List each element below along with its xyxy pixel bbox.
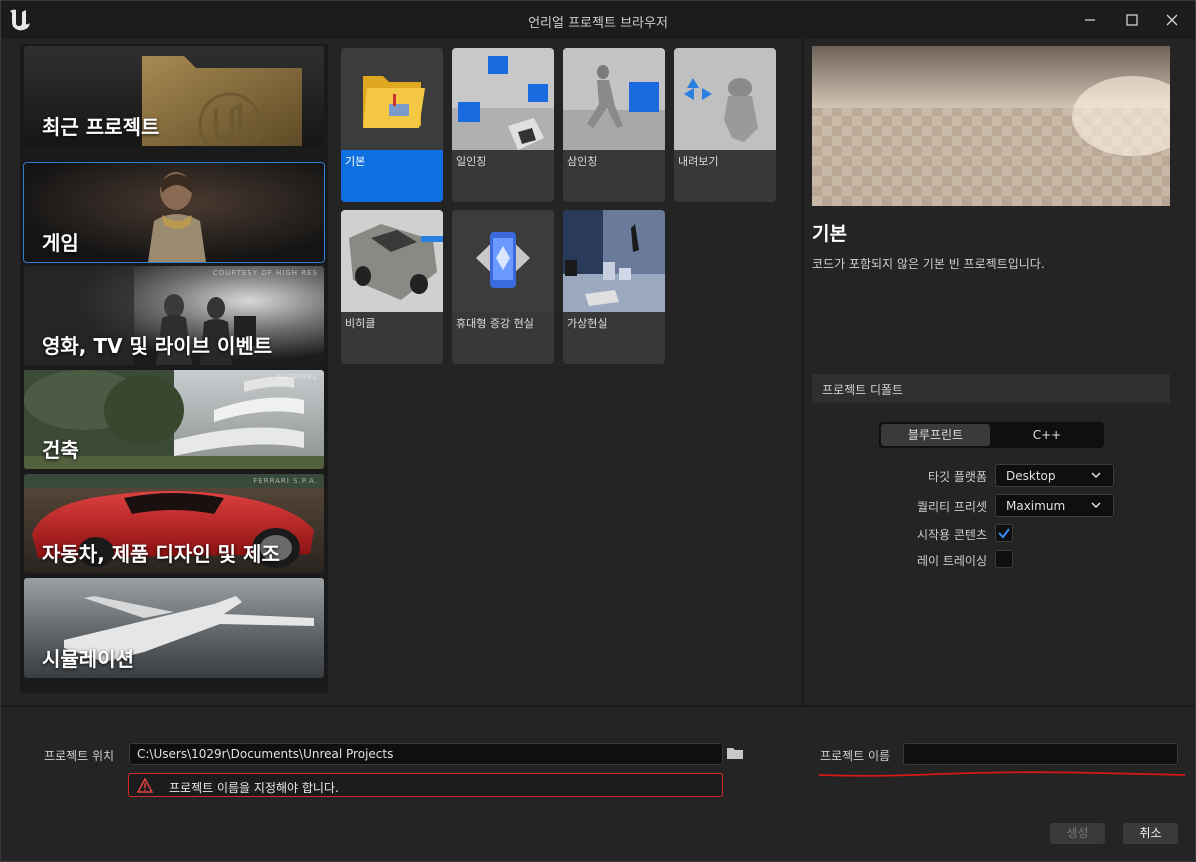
top-down-thumbnail (674, 48, 776, 150)
horizontal-divider (1, 705, 1195, 707)
quality-preset-dropdown[interactable]: Maximum (995, 494, 1114, 517)
cpp-button[interactable]: C++ (992, 424, 1102, 446)
template-top-down[interactable]: 내려보기 (674, 48, 776, 202)
template-label: 삼인칭 (567, 155, 598, 168)
category-automotive[interactable]: FERRARI S.P.A. 자동차, 제품 디자인 및 제조 (24, 474, 324, 573)
error-message: 프로젝트 이름을 지정해야 합니다. (128, 773, 723, 797)
template-label: 휴대형 증강 현실 (456, 317, 534, 330)
error-text: 프로젝트 이름을 지정해야 합니다. (169, 781, 339, 795)
quality-preset-value: Maximum (1006, 499, 1066, 513)
target-platform-value: Desktop (1006, 469, 1056, 483)
project-browser-window: 언리얼 프로젝트 브라우저 최근 프로젝트 게임 COURTESY OF HIG… (0, 0, 1196, 862)
image-credit: TILTPIXEL (276, 373, 318, 381)
chevron-down-icon (1091, 472, 1101, 479)
project-location-label: 프로젝트 위치 (44, 749, 115, 763)
first-person-thumbnail (452, 48, 554, 150)
quality-preset-label: 퀄리티 프리셋 (916, 500, 987, 514)
template-label: 비히클 (345, 317, 376, 330)
project-defaults-header: 프로젝트 디폴트 (812, 374, 1170, 403)
template-blank[interactable]: 기본 (341, 48, 443, 202)
vehicle-thumbnail (341, 210, 443, 312)
template-vehicle[interactable]: 비히클 (341, 210, 443, 364)
category-label: 건축 (42, 438, 79, 462)
blueprint-button[interactable]: 블루프린트 (881, 424, 990, 446)
project-name-label: 프로젝트 이름 (820, 749, 891, 763)
create-button[interactable]: 생성 (1050, 823, 1105, 844)
category-label: 시뮬레이션 (42, 647, 134, 671)
category-label: 영화, TV 및 라이브 이벤트 (42, 334, 273, 358)
template-label: 기본 (345, 155, 366, 168)
category-simulation[interactable]: 시뮬레이션 (24, 578, 324, 678)
category-panel: 최근 프로젝트 게임 COURTESY OF HIGH RES 영화, TV 및… (20, 44, 328, 693)
category-architecture[interactable]: TILTPIXEL 건축 (24, 370, 324, 469)
category-label: 최근 프로젝트 (42, 115, 160, 139)
cancel-button[interactable]: 취소 (1123, 823, 1178, 844)
image-credit: FERRARI S.P.A. (253, 477, 318, 485)
category-label: 자동차, 제품 디자인 및 제조 (42, 542, 280, 566)
window-title: 언리얼 프로젝트 브라우저 (528, 16, 668, 31)
target-platform-label: 타깃 플랫폼 (927, 470, 987, 484)
template-vr[interactable]: 가상현실 (563, 210, 665, 364)
category-recent-projects[interactable]: 최근 프로젝트 (24, 46, 324, 146)
target-platform-dropdown[interactable]: Desktop (995, 464, 1114, 487)
chevron-down-icon (1091, 502, 1101, 509)
ray-tracing-label: 레이 트레이싱 (916, 554, 987, 568)
template-third-person[interactable]: 삼인칭 (563, 48, 665, 202)
third-person-thumbnail (563, 48, 665, 150)
starter-content-checkbox[interactable] (995, 524, 1013, 542)
template-label: 내려보기 (678, 155, 719, 168)
project-name-input[interactable] (903, 743, 1178, 765)
minimize-icon[interactable] (1079, 9, 1101, 31)
close-icon[interactable] (1161, 9, 1183, 31)
template-detail-title: 기본 (812, 223, 847, 245)
vr-thumbnail (563, 210, 665, 312)
category-film-tv-live[interactable]: COURTESY OF HIGH RES 영화, TV 및 라이브 이벤트 (24, 266, 324, 365)
checkmark-icon (998, 528, 1010, 539)
language-toggle: 블루프린트 C++ (879, 422, 1104, 448)
starter-content-label: 시작용 콘텐츠 (916, 528, 987, 542)
folder-browse-icon[interactable] (726, 746, 744, 760)
ray-tracing-checkbox[interactable] (995, 550, 1013, 568)
category-games[interactable]: 게임 (23, 162, 325, 263)
template-preview-image (812, 46, 1170, 206)
template-handheld-ar[interactable]: 휴대형 증강 현실 (452, 210, 554, 364)
template-label: 일인칭 (456, 155, 487, 168)
category-label: 게임 (42, 231, 79, 255)
red-annotation-underline (819, 771, 1185, 777)
handheld-ar-thumbnail (452, 210, 554, 312)
title-bar: 언리얼 프로젝트 브라우저 (1, 1, 1195, 39)
template-first-person[interactable]: 일인칭 (452, 48, 554, 202)
vertical-divider (802, 39, 804, 705)
warning-icon (137, 778, 153, 793)
template-label: 가상현실 (567, 317, 608, 330)
maximize-icon[interactable] (1121, 9, 1143, 31)
template-detail-description: 코드가 포함되지 않은 기본 빈 프로젝트입니다. (812, 257, 1045, 271)
folder-icon (341, 48, 443, 150)
image-credit: COURTESY OF HIGH RES (212, 269, 318, 277)
project-location-input[interactable]: C:\Users\1029r\Documents\Unreal Projects (129, 743, 723, 765)
